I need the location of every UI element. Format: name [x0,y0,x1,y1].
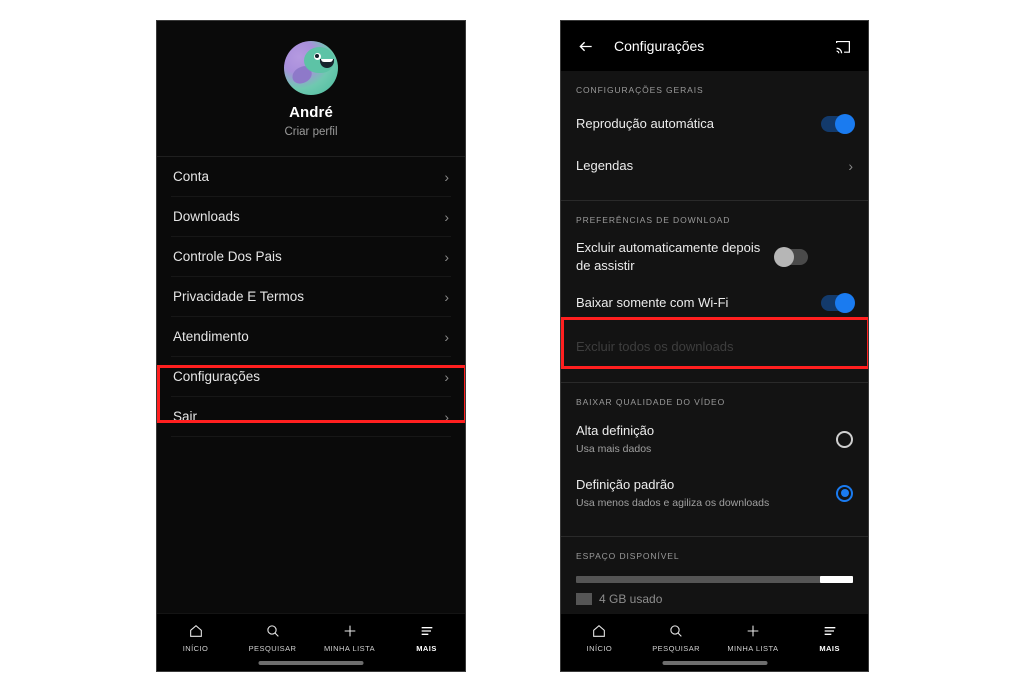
nav-label: MAIS [416,644,437,653]
legend-row-used: 4 GB usado [576,592,853,606]
screenshot-stage: André Criar perfil Conta › Downloads › C… [0,0,1024,691]
menu-separator [171,436,451,437]
home-indicator [258,661,364,665]
toggle-excluir-automaticamente[interactable] [774,247,808,267]
create-profile-link[interactable]: Criar perfil [284,126,337,138]
profile-block: André Criar perfil [157,21,465,156]
more-menu-list: Conta › Downloads › Controle Dos Pais › … [157,157,465,437]
nav-item-mais[interactable]: MAIS [388,623,465,653]
search-icon [266,625,279,637]
nav-label: INÍCIO [182,644,209,653]
sidebar-item-conta[interactable]: Conta › [157,157,465,196]
bottom-navigation-bar: INÍCIO PESQUISAR MINHA LISTA MAIS [157,613,465,671]
section-configuracoes-gerais: CONFIGURAÇÕES GERAIS Reprodução automáti… [561,71,868,200]
radio-definicao-padrao[interactable] [836,484,853,502]
search-icon [670,625,682,637]
plus-icon [747,625,759,637]
row-label-group: Alta definição Usa mais dados [576,422,836,456]
home-indicator [662,661,767,665]
sidebar-item-sair[interactable]: Sair › [157,397,465,436]
home-icon [189,624,202,637]
settings-header: Configurações [561,21,868,71]
row-label: Excluir automaticamente depois de assist… [576,240,761,273]
row-legendas[interactable]: Legendas › [561,144,868,188]
row-excluir-todos-downloads: Excluir todos os downloads [561,326,868,368]
sidebar-item-atendimento[interactable]: Atendimento › [157,317,465,356]
cast-icon[interactable] [833,38,853,55]
left-phone-screen: André Criar perfil Conta › Downloads › C… [156,20,466,672]
profile-name: André [289,104,333,121]
sidebar-item-controle-dos-pais[interactable]: Controle Dos Pais › [157,237,465,276]
chevron-right-icon: › [848,158,853,174]
section-baixar-qualidade-do-video: BAIXAR QUALIDADE DO VÍDEO Alta definição… [561,382,868,536]
nav-item-mais[interactable]: MAIS [791,623,868,653]
nav-label: INÍCIO [586,644,613,653]
row-sublabel: Usa mais dados [576,442,652,455]
home-icon [593,624,606,637]
row-baixar-somente-wifi[interactable]: Baixar somente com Wi-Fi [561,280,868,326]
legend-swatch-used [576,593,592,605]
row-label: Definição padrão [576,477,675,493]
plus-icon [344,625,355,637]
chevron-right-icon: › [444,288,449,305]
profile-avatar-icon[interactable] [284,41,338,95]
row-label-group: Definição padrão Usa menos dados e agili… [576,476,836,510]
nav-item-minha-lista[interactable]: MINHA LISTA [715,623,792,653]
nav-item-inicio[interactable]: INÍCIO [561,623,638,653]
storage-free-segment [819,576,853,583]
row-label: Baixar somente com Wi-Fi [576,295,729,311]
storage-used-label: 4 GB usado [599,592,663,606]
menu-item-label: Atendimento [173,329,249,344]
page-title: Configurações [614,38,705,54]
row-excluir-automaticamente[interactable]: Excluir automaticamente depois de assist… [561,234,868,280]
section-title: BAIXAR QUALIDADE DO VÍDEO [576,397,726,407]
row-sublabel: Usa menos dados e agiliza os downloads [576,496,770,509]
sidebar-item-downloads[interactable]: Downloads › [157,197,465,236]
menu-item-label: Downloads [173,209,240,224]
chevron-right-icon: › [444,368,449,385]
row-reproducao-automatica[interactable]: Reprodução automática [561,104,868,144]
section-title: ESPAÇO DISPONÍVEL [576,551,680,561]
section-preferencias-de-download: PREFERÊNCIAS DE DOWNLOAD Excluir automat… [561,200,868,382]
bottom-navigation-bar: INÍCIO PESQUISAR MINHA LISTA MAIS [561,613,868,671]
nav-item-pesquisar[interactable]: PESQUISAR [234,623,311,653]
menu-item-label: Configurações [173,369,261,384]
section-title: CONFIGURAÇÕES GERAIS [576,85,704,95]
row-alta-definicao[interactable]: Alta definição Usa mais dados [561,416,868,462]
radio-alta-definicao[interactable] [836,430,853,448]
back-arrow-icon[interactable] [576,38,596,55]
row-label: Reprodução automática [576,116,715,132]
right-phone-screen: Configurações CONFIGURAÇÕES GERAIS Repro… [560,20,869,672]
row-label: Alta definição [576,423,655,439]
nav-label: MINHA LISTA [727,644,779,653]
menu-item-label: Conta [173,169,210,184]
toggle-baixar-somente-wifi[interactable] [821,293,855,313]
nav-item-pesquisar[interactable]: PESQUISAR [638,623,715,653]
nav-label: MAIS [819,644,840,653]
nav-label: PESQUISAR [248,644,297,653]
chevron-right-icon: › [444,248,449,265]
hamburger-icon [824,627,835,635]
section-title: PREFERÊNCIAS DE DOWNLOAD [576,215,731,225]
hamburger-icon [421,627,432,635]
toggle-reproducao-automatica[interactable] [821,114,855,134]
sidebar-item-configuracoes[interactable]: Configurações › [157,357,465,396]
chevron-right-icon: › [444,408,449,425]
storage-usage-bar [576,576,853,583]
nav-label: MINHA LISTA [323,644,376,653]
nav-item-minha-lista[interactable]: MINHA LISTA [311,623,388,653]
menu-item-label: Sair [173,409,198,424]
nav-item-inicio[interactable]: INÍCIO [157,623,234,653]
row-definicao-padrao[interactable]: Definição padrão Usa menos dados e agili… [561,470,868,516]
chevron-right-icon: › [444,328,449,345]
row-label: Excluir todos os downloads [576,339,734,355]
menu-item-label: Privacidade E Termos [173,289,305,304]
sidebar-item-privacidade-e-termos[interactable]: Privacidade E Termos › [157,277,465,316]
menu-item-label: Controle Dos Pais [173,249,282,264]
chevron-right-icon: › [444,208,449,225]
nav-label: PESQUISAR [652,644,701,653]
row-label: Legendas [576,158,634,174]
chevron-right-icon: › [444,168,449,185]
